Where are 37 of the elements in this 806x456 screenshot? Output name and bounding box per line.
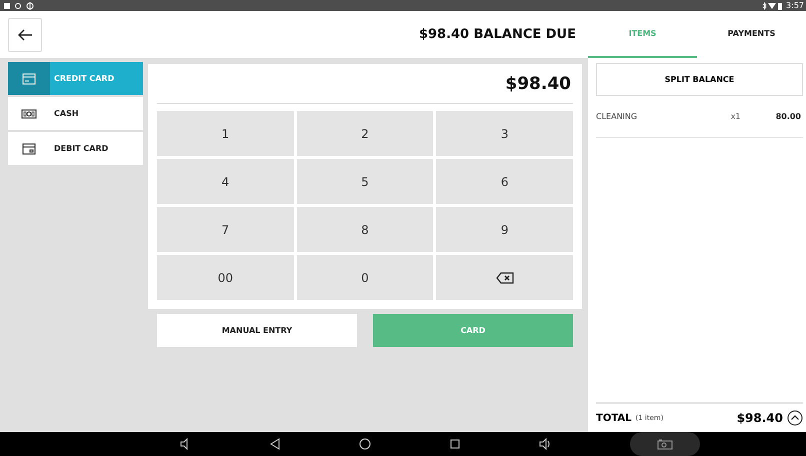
keypad-key[interactable]: 6 [436, 159, 573, 204]
back-arrow-icon [17, 29, 33, 41]
item-price: 80.00 [776, 112, 801, 121]
manual-entry-button[interactable]: MANUAL ENTRY [157, 314, 357, 347]
payment-method-item[interactable]: DEBIT CARD [8, 132, 143, 165]
item-quantity: x1 [730, 112, 742, 121]
keypad-key[interactable]: 9 [436, 207, 573, 252]
screenshot-button[interactable] [630, 432, 700, 456]
keypad-key[interactable]: 0 [296, 255, 434, 300]
back-icon[interactable] [269, 438, 281, 450]
keypad-key[interactable]: 2 [296, 111, 434, 156]
split-balance-button[interactable]: SPLIT BALANCE [596, 63, 803, 96]
keypad-key[interactable]: 7 [157, 207, 294, 252]
keypad-key[interactable]: 3 [436, 111, 573, 156]
banknote-icon [21, 108, 37, 118]
system-status-icons [761, 2, 784, 10]
back-button[interactable] [8, 18, 42, 52]
backspace-icon [496, 272, 514, 284]
keypad-key[interactable]: 8 [296, 207, 434, 252]
expand-icon[interactable] [787, 410, 803, 426]
credit-card-icon [22, 72, 36, 84]
total-label: TOTAL [596, 412, 632, 424]
total-amount: $98.40 [736, 411, 783, 425]
camera-icon [657, 438, 673, 450]
keypad-key[interactable]: 1 [157, 111, 294, 156]
amount-display: $98.40 [157, 64, 573, 104]
payment-method-item[interactable]: CASH [8, 97, 143, 130]
recent-apps-icon[interactable] [449, 438, 461, 450]
balance-due-title: $98.40 BALANCE DUE [418, 27, 577, 42]
volume-up-icon[interactable] [538, 438, 552, 450]
clock-time: 3:57 [786, 1, 804, 10]
keypad-key[interactable]: 00 [157, 255, 294, 300]
keypad-key[interactable]: 5 [296, 159, 434, 204]
item-name: CLEANING [596, 112, 638, 121]
home-icon[interactable] [359, 438, 371, 450]
keypad-key[interactable]: 4 [157, 159, 294, 204]
card-icon [22, 142, 36, 154]
